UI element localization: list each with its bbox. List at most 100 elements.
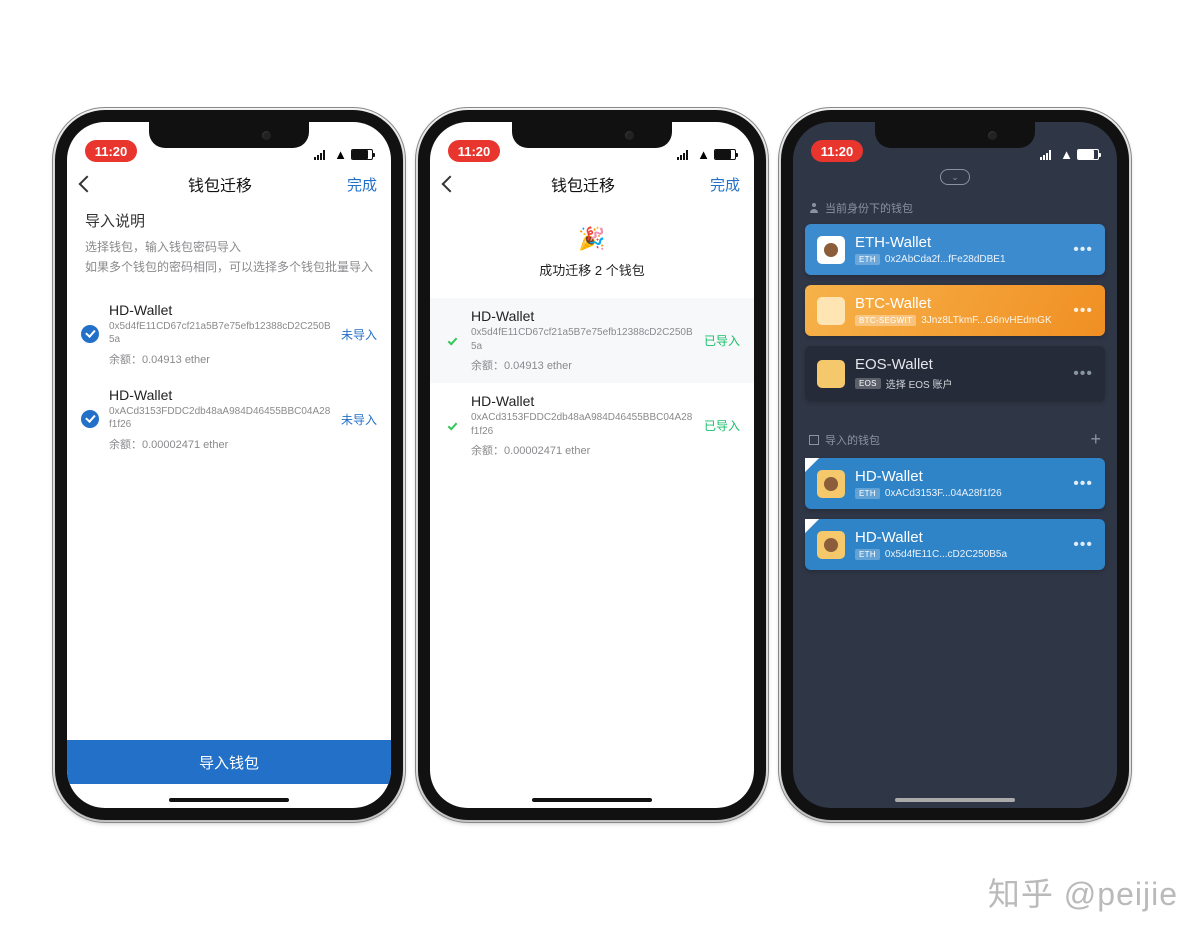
wallet-card-address: 0x5d4fE11C...cD2C250B5a (885, 549, 1007, 560)
wallet-address: 0xACd3153FDDC2db48aA984D46455BBC04A28f1f… (471, 411, 694, 438)
section-title: 当前身份下的钱包 (825, 200, 913, 216)
status-tag: 未导入 (341, 411, 377, 428)
checked-circle-icon[interactable] (81, 325, 99, 343)
wallet-card-address: 选择 EOS 账户 (886, 376, 953, 391)
success-block: 🎉 成功迁移 2 个钱包 (430, 204, 754, 298)
fold-corner-icon (805, 458, 821, 474)
done-button[interactable]: 完成 (347, 174, 377, 195)
more-icon[interactable]: ••• (1073, 370, 1093, 378)
wallet-card-imported[interactable]: HD-Wallet ETH0xACd3153F...04A28f1f26 ••• (805, 458, 1105, 509)
section-header-imported: 导入的钱包 + (793, 419, 1117, 458)
fold-corner-icon (805, 519, 821, 535)
chain-badge: BTC-SEGWIT (855, 315, 916, 326)
wallet-item: HD-Wallet 0x5d4fE11CD67cf21a5B7e75efb123… (430, 298, 754, 383)
wallet-item[interactable]: HD-Wallet 0x5d4fE11CD67cf21a5B7e75efb123… (67, 292, 391, 377)
battery-icon (714, 149, 736, 160)
done-button[interactable]: 完成 (710, 174, 740, 195)
wallet-card-btc[interactable]: BTC-Wallet BTC-SEGWIT 3Jnz8LTkmF...G6nvHE… (805, 285, 1105, 336)
wallet-balance: 余额：0.04913 ether (109, 351, 331, 367)
intro-line: 如果多个钱包的密码相同，可以选择多个钱包批量导入 (85, 260, 373, 274)
person-icon (809, 203, 819, 213)
screen-3: 11:20 ▲ ⌄ 当前身份下的钱包 ETH-Wallet (793, 122, 1117, 808)
phone-frame-2: 11:20 ▲ 钱包迁移 完成 🎉 成功迁移 2 个钱包 (418, 110, 766, 820)
status-tag: 已导入 (704, 417, 740, 434)
nav-title: 钱包迁移 (551, 172, 615, 196)
wallet-item: HD-Wallet 0xACd3153FDDC2db48aA984D46455B… (430, 383, 754, 468)
wallet-name: HD-Wallet (109, 302, 331, 318)
import-wallet-button[interactable]: 导入钱包 (67, 740, 391, 784)
wallet-address: 0x5d4fE11CD67cf21a5B7e75efb12388cD2C250B… (109, 320, 331, 347)
wallet-balance: 余额：0.00002471 ether (109, 436, 331, 452)
back-button-icon[interactable] (442, 176, 459, 193)
wallet-name: HD-Wallet (471, 393, 694, 409)
cell-signal-icon (677, 150, 693, 160)
wallet-avatar-icon (817, 360, 845, 388)
status-tag: 未导入 (341, 326, 377, 343)
wallet-item[interactable]: HD-Wallet 0xACd3153FDDC2db48aA984D46455B… (67, 377, 391, 462)
wallet-name: HD-Wallet (109, 387, 331, 403)
wallet-avatar-icon (817, 297, 845, 325)
more-icon[interactable]: ••• (1073, 246, 1093, 254)
box-icon (809, 435, 819, 445)
more-icon[interactable]: ••• (1073, 541, 1093, 549)
wallet-avatar-icon (817, 531, 845, 559)
wallet-card-name: BTC-Wallet (855, 295, 1063, 313)
more-icon[interactable]: ••• (1073, 307, 1093, 315)
notch (875, 122, 1035, 148)
wallet-card-name: HD-Wallet (855, 529, 1063, 547)
wallet-address: 0x5d4fE11CD67cf21a5B7e75efb12388cD2C250B… (471, 326, 694, 353)
wallet-avatar-icon (817, 470, 845, 498)
phone-frame-3: 11:20 ▲ ⌄ 当前身份下的钱包 ETH-Wallet (781, 110, 1129, 820)
wallet-balance: 余额：0.04913 ether (471, 357, 694, 373)
intro-line: 选择钱包，输入钱包密码导入 (85, 240, 241, 254)
phone-frame-1: 11:20 ▲ 钱包迁移 完成 导入说明 选择钱包，输入钱包密码导入 如果多个钱… (55, 110, 403, 820)
wallet-card-eth[interactable]: ETH-Wallet ETH 0x2AbCda2f...fFe28dDBE1 ••… (805, 224, 1105, 275)
notch (149, 122, 309, 148)
watermark-text: 知乎 @peijie (988, 869, 1178, 915)
wallet-card-address: 3Jnz8LTkmF...G6nvHEdmGK (921, 315, 1051, 326)
chain-badge: ETH (855, 254, 880, 265)
recording-time-pill: 11:20 (85, 140, 137, 162)
collapse-pill[interactable]: ⌄ (940, 169, 970, 185)
battery-icon (1077, 149, 1099, 160)
wallet-avatar-icon (817, 236, 845, 264)
nav-bar: 钱包迁移 完成 (67, 164, 391, 204)
wallet-balance: 余额：0.00002471 ether (471, 442, 694, 458)
home-indicator[interactable] (169, 798, 289, 802)
wifi-icon: ▲ (697, 147, 710, 162)
wallet-address: 0xACd3153FDDC2db48aA984D46455BBC04A28f1f… (109, 405, 331, 432)
cell-signal-icon (314, 150, 330, 160)
home-indicator[interactable] (895, 798, 1015, 802)
nav-bar: 钱包迁移 完成 (430, 164, 754, 204)
battery-icon (351, 149, 373, 160)
party-emoji-icon: 🎉 (430, 226, 754, 252)
wallet-card-name: HD-Wallet (855, 468, 1063, 486)
checked-circle-icon[interactable] (81, 410, 99, 428)
intro-block: 导入说明 选择钱包，输入钱包密码导入 如果多个钱包的密码相同，可以选择多个钱包批… (67, 204, 391, 292)
check-mark-icon (448, 420, 458, 430)
chain-badge: ETH (855, 549, 880, 560)
cell-signal-icon (1040, 150, 1056, 160)
wallet-card-address: 0x2AbCda2f...fFe28dDBE1 (885, 254, 1006, 265)
add-wallet-button[interactable]: + (1090, 429, 1101, 450)
section-header-identity: 当前身份下的钱包 (793, 190, 1117, 224)
back-button-icon[interactable] (79, 176, 96, 193)
wallet-card-eos[interactable]: EOS-Wallet EOS选择 EOS 账户 ••• (805, 346, 1105, 401)
check-mark-icon (448, 335, 458, 345)
success-message: 成功迁移 2 个钱包 (539, 263, 644, 278)
wallet-card-imported[interactable]: HD-Wallet ETH 0x5d4fE11C...cD2C250B5a ••• (805, 519, 1105, 570)
recording-time-pill: 11:20 (811, 140, 863, 162)
screen-2: 11:20 ▲ 钱包迁移 完成 🎉 成功迁移 2 个钱包 (430, 122, 754, 808)
wallet-card-name: ETH-Wallet (855, 234, 1063, 252)
wallet-name: HD-Wallet (471, 308, 694, 324)
chain-badge: EOS (855, 378, 881, 389)
chain-badge: ETH (855, 488, 880, 499)
home-indicator[interactable] (532, 798, 652, 802)
screen-1: 11:20 ▲ 钱包迁移 完成 导入说明 选择钱包，输入钱包密码导入 如果多个钱… (67, 122, 391, 808)
wifi-icon: ▲ (1060, 147, 1073, 162)
more-icon[interactable]: ••• (1073, 480, 1093, 488)
wifi-icon: ▲ (334, 147, 347, 162)
intro-heading: 导入说明 (85, 210, 373, 231)
recording-time-pill: 11:20 (448, 140, 500, 162)
notch (512, 122, 672, 148)
